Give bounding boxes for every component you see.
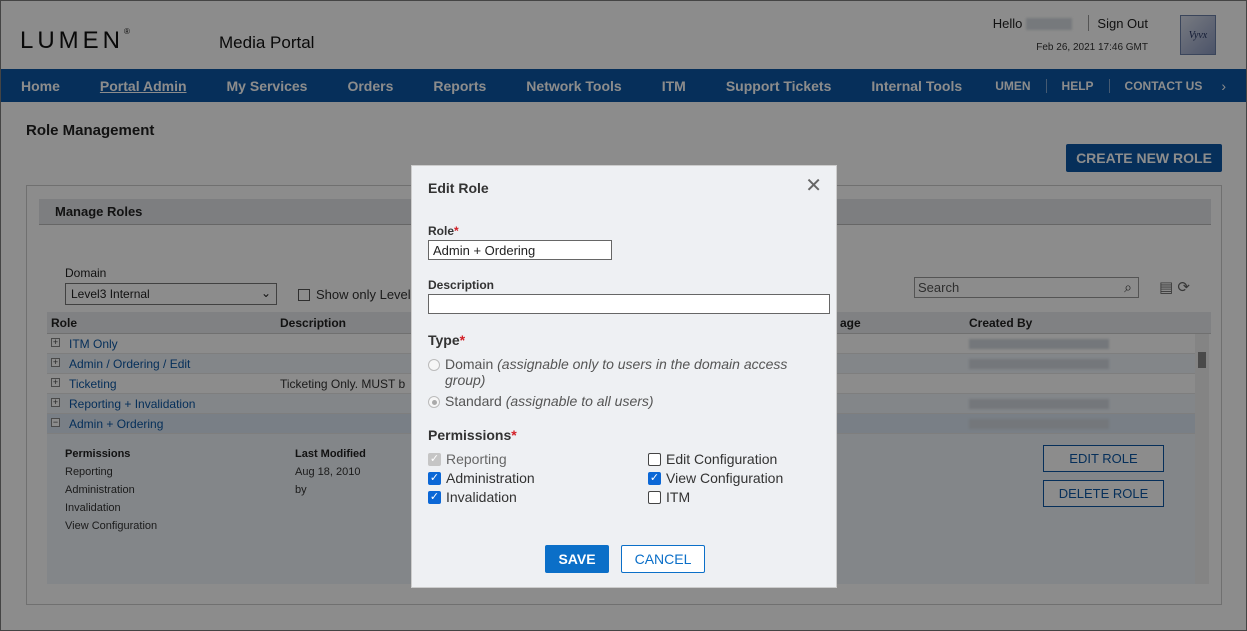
perm-label: ITM xyxy=(666,489,691,505)
dialog-title: Edit Role xyxy=(428,180,489,196)
perm-reporting[interactable]: ✓ Reporting xyxy=(428,451,507,467)
perm-edit-configuration[interactable]: Edit Configuration xyxy=(648,451,777,467)
description-field-label: Description xyxy=(428,278,495,292)
perm-view-configuration[interactable]: ✓ View Configuration xyxy=(648,470,783,486)
perm-label: Reporting xyxy=(446,451,507,467)
type-label: Type* xyxy=(428,332,466,348)
permissions-label: Permissions* xyxy=(428,427,517,443)
description-input[interactable] xyxy=(428,294,830,314)
perm-invalidation[interactable]: ✓ Invalidation xyxy=(428,489,517,505)
type-domain-option[interactable]: Domain (assignable only to users in the … xyxy=(428,356,808,388)
cancel-button[interactable]: CANCEL xyxy=(621,545,705,573)
radio-domain[interactable] xyxy=(428,359,440,371)
perm-itm[interactable]: ITM xyxy=(648,489,690,505)
check-icon[interactable]: ✓ xyxy=(428,452,441,466)
radio-standard[interactable] xyxy=(428,396,440,408)
check-icon[interactable]: ✓ xyxy=(648,471,661,485)
check-icon[interactable]: ✓ xyxy=(428,490,441,504)
role-field-label: Role* xyxy=(428,224,459,238)
edit-role-dialog: Edit Role ✕ Role* Description Type* Doma… xyxy=(411,165,837,588)
perm-label: Invalidation xyxy=(446,489,517,505)
type-domain-text: Domain (assignable only to users in the … xyxy=(445,356,788,388)
type-standard-option[interactable]: Standard (assignable to all users) xyxy=(428,393,654,409)
perm-label: Edit Configuration xyxy=(666,451,778,467)
perm-label: View Configuration xyxy=(666,470,784,486)
role-input[interactable] xyxy=(428,240,612,260)
type-standard-text: Standard (assignable to all users) xyxy=(445,393,654,409)
save-button[interactable]: SAVE xyxy=(545,545,609,573)
checkbox-empty[interactable] xyxy=(648,490,661,504)
close-icon[interactable]: ✕ xyxy=(805,176,822,196)
checkbox-empty[interactable] xyxy=(648,452,661,466)
perm-label: Administration xyxy=(446,470,535,486)
check-icon[interactable]: ✓ xyxy=(428,471,441,485)
perm-administration[interactable]: ✓ Administration xyxy=(428,470,535,486)
